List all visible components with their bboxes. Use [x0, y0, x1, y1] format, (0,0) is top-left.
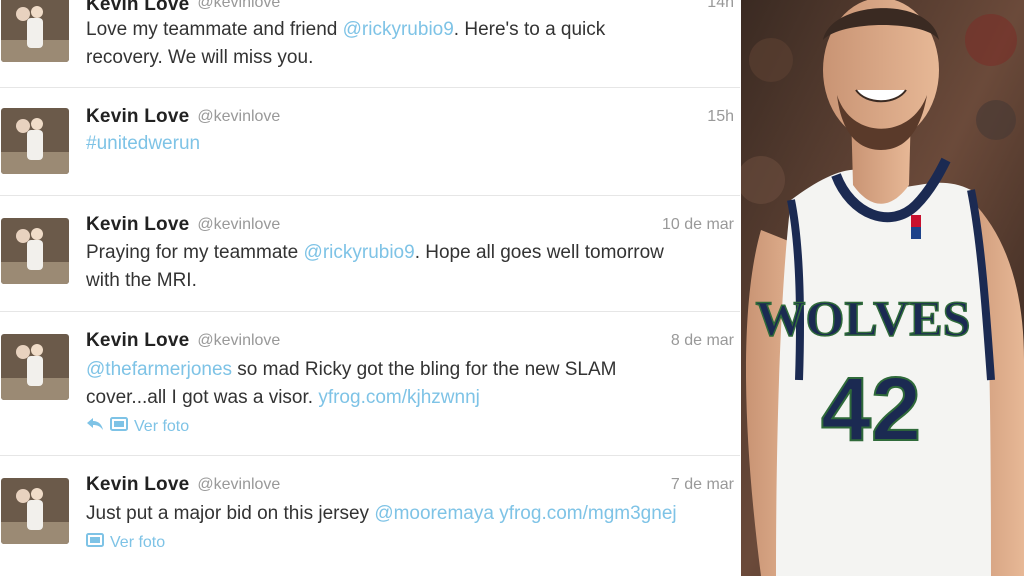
url-link[interactable]: yfrog.com/kjhzwnnj — [318, 387, 480, 408]
tweet-actions: Ver foto — [86, 532, 165, 553]
view-photo-link[interactable]: Ver foto — [110, 534, 165, 552]
tweet-timestamp[interactable]: 10 de mar — [662, 216, 734, 234]
tweet-author-handle[interactable]: @kevinlove — [197, 476, 280, 494]
mention-link[interactable]: @rickyrubio9 — [304, 242, 415, 263]
avatar[interactable] — [1, 218, 69, 284]
avatar-image — [1, 478, 69, 544]
avatar[interactable] — [1, 0, 69, 62]
tweet-actions: Ver foto — [86, 416, 189, 437]
tweet-text-segment: cover...all I got was a visor. — [86, 387, 319, 408]
tweet-text-segment: recovery. We will miss you. — [86, 47, 314, 68]
tweet-author-handle[interactable]: @kevinlove — [197, 108, 280, 126]
tweet-author-name[interactable]: Kevin Love — [86, 214, 189, 236]
tweet-timestamp[interactable]: 7 de mar — [671, 476, 734, 494]
avatar[interactable] — [1, 334, 69, 400]
tweet-text: Praying for my teammate @rickyrubio9. Ho… — [86, 239, 736, 295]
tweet-item[interactable]: Kevin Love @kevinlove 14h Love my teamma… — [0, 0, 740, 88]
jersey-team-name: WOLVES — [756, 290, 971, 346]
tweet-item[interactable]: Kevin Love @kevinlove 15h #unitedwerun — [0, 88, 740, 196]
player-photo: WOLVES 42 — [741, 0, 1024, 576]
tweet-text: Just put a major bid on this jersey @moo… — [86, 500, 736, 528]
tweet-timestamp[interactable]: 8 de mar — [671, 332, 734, 350]
tweet-text-segment: . Here's to a quick — [453, 19, 606, 40]
avatar[interactable] — [1, 478, 69, 544]
tweet-item[interactable]: Kevin Love @kevinlove 8 de mar @thefarme… — [0, 312, 740, 456]
tweet-author-handle[interactable]: @kevinlove — [197, 332, 280, 350]
tweet-timestamp[interactable]: 14h — [707, 0, 734, 12]
tweet-text-segment: Love my teammate and friend — [86, 19, 343, 40]
jersey-number: 42 — [821, 360, 921, 460]
photo-icon — [110, 416, 128, 437]
reply-icon[interactable] — [86, 417, 104, 436]
tweet-text-segment: Just put a major bid on this jersey — [86, 503, 375, 524]
tweet-text-segment: Praying for my teammate — [86, 242, 304, 263]
tweet-text-segment: . Hope all goes well tomorrow — [414, 242, 664, 263]
tweet-author-name[interactable]: Kevin Love — [86, 474, 189, 496]
avatar-image — [1, 0, 69, 62]
tweet-author-handle[interactable]: @kevinlove — [197, 0, 280, 12]
hashtag-link[interactable]: #unitedwerun — [86, 133, 200, 154]
tweet-author-handle[interactable]: @kevinlove — [197, 216, 280, 234]
mention-link[interactable]: @mooremaya — [374, 503, 494, 524]
tweet-text: @thefarmerjones so mad Ricky got the bli… — [86, 356, 736, 412]
avatar[interactable] — [1, 108, 69, 174]
url-link[interactable]: yfrog.com/mgm3gnej — [499, 503, 676, 524]
tweet-author-name[interactable]: Kevin Love — [86, 0, 189, 16]
tweet-text: #unitedwerun — [86, 130, 736, 158]
tweet-item[interactable]: Kevin Love @kevinlove 7 de mar Just put … — [0, 456, 740, 576]
view-photo-link[interactable]: Ver foto — [134, 418, 189, 436]
avatar-image — [1, 334, 69, 400]
tweet-timestamp[interactable]: 15h — [707, 108, 734, 126]
tweet-text: Love my teammate and friend @rickyrubio9… — [86, 16, 736, 72]
mention-link[interactable]: @rickyrubio9 — [343, 19, 454, 40]
mention-link[interactable]: @thefarmerjones — [86, 359, 232, 380]
tweet-timeline: Kevin Love @kevinlove 14h Love my teamma… — [0, 0, 740, 576]
tweet-item[interactable]: Kevin Love @kevinlove 10 de mar Praying … — [0, 196, 740, 312]
tweet-text-segment: so mad Ricky got the bling for the new S… — [232, 359, 617, 380]
avatar-image — [1, 108, 69, 174]
tweet-text-segment: with the MRI. — [86, 270, 197, 291]
avatar-image — [1, 218, 69, 284]
tweet-author-name[interactable]: Kevin Love — [86, 106, 189, 128]
tweet-author-name[interactable]: Kevin Love — [86, 330, 189, 352]
photo-icon — [86, 532, 104, 553]
